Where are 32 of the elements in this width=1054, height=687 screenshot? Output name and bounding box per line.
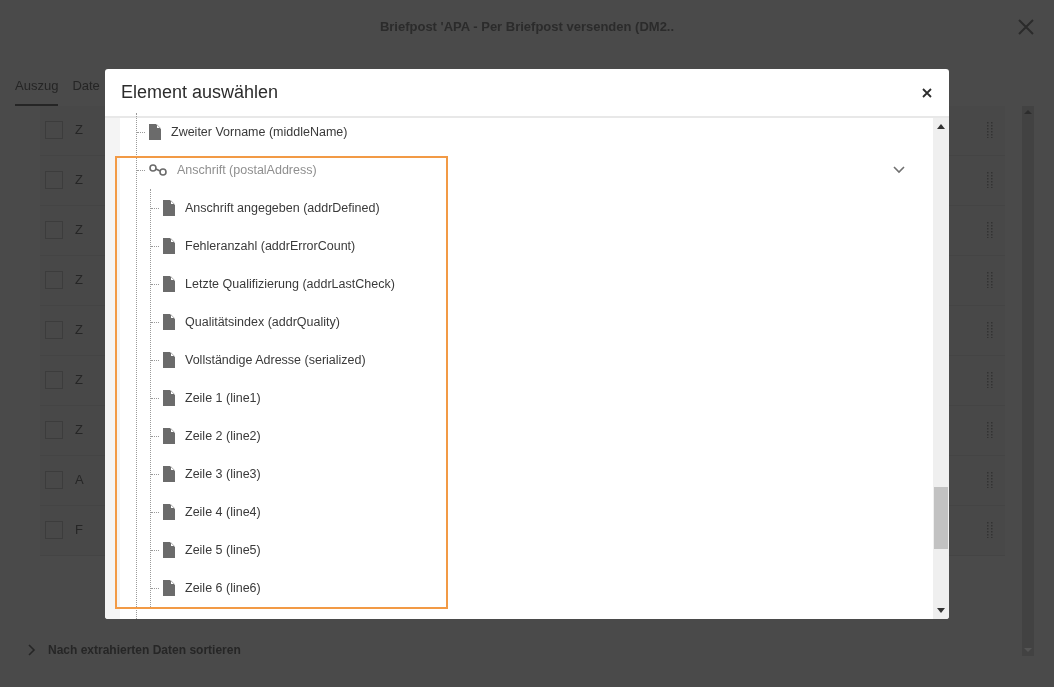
document-icon (163, 390, 175, 406)
tree-item-label[interactable]: Zeile 2 (line2) (185, 426, 261, 446)
tree-item-label[interactable]: Letzte Qualifizierung (addrLastCheck) (185, 274, 395, 294)
close-icon[interactable] (922, 87, 932, 98)
document-icon (163, 200, 175, 216)
tree-item-label[interactable]: Zweiter Vorname (middleName) (171, 122, 348, 142)
document-icon (163, 542, 175, 558)
document-icon (163, 580, 175, 596)
tree-item-label[interactable]: Zeile 4 (line4) (185, 502, 261, 522)
chevron-icon[interactable] (893, 166, 905, 174)
link-node-icon (149, 164, 167, 176)
dialog-title: Element auswählen (121, 81, 279, 104)
scrollbar-thumb[interactable] (934, 487, 948, 549)
tree-item-label[interactable]: Zeile 3 (line3) (185, 464, 261, 484)
dialog-scrollbar[interactable] (933, 118, 949, 619)
document-icon (163, 276, 175, 292)
tree-item-label[interactable]: Fehleranzahl (addrErrorCount) (185, 236, 356, 256)
tree-item-label[interactable]: Vollständige Adresse (serialized) (185, 350, 366, 370)
document-icon (163, 314, 175, 330)
document-icon (163, 466, 175, 482)
tree-item-label[interactable]: Qualitätsindex (addrQuality) (185, 312, 340, 332)
document-icon (163, 238, 175, 254)
tree-item-label[interactable]: Zeile 1 (line1) (185, 388, 261, 408)
document-icon (149, 124, 161, 140)
tree-item-label[interactable]: Zeile 6 (line6) (185, 578, 261, 598)
tree-item-label[interactable]: Anschrift angegeben (addrDefined) (185, 198, 380, 218)
expand-caret-icon[interactable] (28, 643, 36, 656)
document-icon (163, 352, 175, 368)
tree-item-label[interactable]: Zeile 5 (line5) (185, 540, 261, 560)
page-scrollbar[interactable] (1022, 105, 1034, 656)
document-icon (163, 428, 175, 444)
document-icon (163, 504, 175, 520)
